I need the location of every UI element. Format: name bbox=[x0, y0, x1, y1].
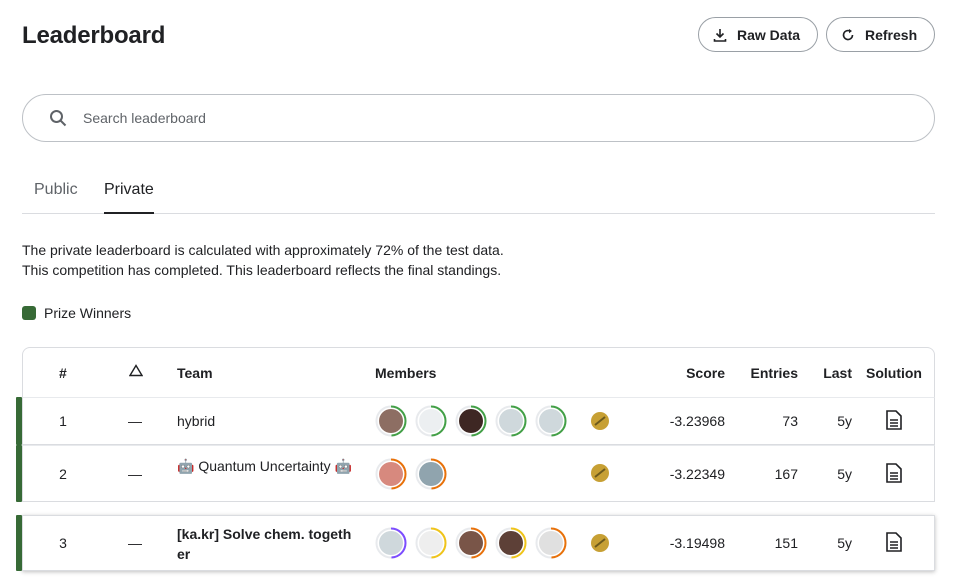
column-team[interactable]: Team bbox=[177, 365, 213, 381]
raw-data-label: Raw Data bbox=[737, 26, 801, 43]
gold-medal-icon bbox=[591, 534, 609, 552]
leaderboard-info: The private leaderboard is calculated wi… bbox=[22, 240, 504, 280]
search-input[interactable] bbox=[83, 110, 863, 126]
table-row[interactable]: 1 — hybrid -3.23968 73 5y bbox=[16, 397, 935, 445]
tier-ring bbox=[415, 405, 447, 437]
rank-change: — bbox=[128, 466, 142, 482]
rank: 1 bbox=[59, 413, 67, 429]
member-avatar[interactable] bbox=[375, 458, 407, 490]
tier-ring bbox=[495, 405, 527, 437]
member-avatar[interactable] bbox=[375, 527, 407, 559]
member-avatar[interactable] bbox=[415, 527, 447, 559]
tier-ring bbox=[535, 527, 567, 559]
tier-ring bbox=[495, 527, 527, 559]
tier-ring bbox=[455, 405, 487, 437]
gold-medal-icon bbox=[591, 412, 609, 430]
tier-ring bbox=[415, 458, 447, 490]
prize-indicator bbox=[16, 515, 22, 571]
column-solution: Solution bbox=[866, 365, 922, 381]
solution-document-icon[interactable] bbox=[886, 532, 902, 552]
score: -3.22349 bbox=[669, 466, 725, 482]
tab-public[interactable]: Public bbox=[34, 181, 78, 214]
download-icon bbox=[713, 28, 727, 42]
tier-ring bbox=[535, 405, 567, 437]
last-submission: 5y bbox=[837, 413, 852, 429]
table-header: # Team Members Score Entries Last Soluti… bbox=[22, 347, 935, 397]
score: -3.19498 bbox=[669, 535, 725, 551]
prize-indicator bbox=[16, 397, 22, 445]
member-avatar[interactable] bbox=[375, 405, 407, 437]
rank: 3 bbox=[59, 535, 67, 551]
team-members bbox=[375, 458, 455, 490]
entries: 167 bbox=[774, 466, 798, 482]
solution-document-icon[interactable] bbox=[886, 410, 902, 430]
member-avatar[interactable] bbox=[535, 405, 567, 437]
member-avatar[interactable] bbox=[495, 405, 527, 437]
info-line-2: This competition has completed. This lea… bbox=[22, 262, 502, 278]
column-last[interactable]: Last bbox=[823, 365, 852, 381]
prize-legend-label: Prize Winners bbox=[44, 305, 132, 321]
prize-swatch bbox=[22, 306, 36, 320]
team-members bbox=[375, 405, 575, 437]
column-entries[interactable]: Entries bbox=[751, 365, 798, 381]
tier-ring bbox=[415, 527, 447, 559]
member-avatar[interactable] bbox=[455, 527, 487, 559]
tier-ring bbox=[375, 405, 407, 437]
member-avatar[interactable] bbox=[455, 405, 487, 437]
prize-indicator bbox=[16, 445, 22, 502]
search-bar bbox=[22, 94, 935, 142]
refresh-label: Refresh bbox=[865, 26, 918, 43]
rank-change: — bbox=[128, 535, 142, 551]
table-row[interactable]: 3 — [ka.kr] Solve chem. together -3.1949… bbox=[16, 515, 935, 571]
column-rank[interactable]: # bbox=[59, 365, 67, 381]
gold-medal-icon bbox=[591, 464, 609, 482]
member-avatar[interactable] bbox=[415, 458, 447, 490]
member-avatar[interactable] bbox=[495, 527, 527, 559]
leaderboard-tabs: Public Private bbox=[22, 176, 935, 214]
table-row[interactable]: 2 — 🤖 Quantum Uncertainty 🤖 -3.22349 167… bbox=[16, 445, 935, 502]
tier-ring bbox=[455, 527, 487, 559]
team-name[interactable]: [ka.kr] Solve chem. together bbox=[177, 524, 357, 564]
tab-private[interactable]: Private bbox=[104, 181, 154, 214]
team-members bbox=[375, 527, 575, 559]
rank: 2 bbox=[59, 466, 67, 482]
page-title: Leaderboard bbox=[22, 22, 166, 49]
entries: 73 bbox=[782, 413, 798, 429]
entries: 151 bbox=[774, 535, 798, 551]
tier-ring bbox=[375, 527, 407, 559]
team-name[interactable]: 🤖 Quantum Uncertainty 🤖 bbox=[177, 456, 352, 476]
column-score[interactable]: Score bbox=[686, 365, 725, 381]
column-members: Members bbox=[375, 365, 437, 381]
info-line-1: The private leaderboard is calculated wi… bbox=[22, 242, 504, 258]
member-avatar[interactable] bbox=[535, 527, 567, 559]
last-submission: 5y bbox=[837, 535, 852, 551]
last-submission: 5y bbox=[837, 466, 852, 482]
refresh-button[interactable]: Refresh bbox=[826, 17, 935, 52]
score: -3.23968 bbox=[669, 413, 725, 429]
prize-legend: Prize Winners bbox=[22, 305, 131, 321]
rank-change: — bbox=[128, 413, 142, 429]
solution-document-icon[interactable] bbox=[886, 463, 902, 483]
tier-ring bbox=[375, 458, 407, 490]
team-name[interactable]: hybrid bbox=[177, 413, 357, 429]
search-icon bbox=[50, 110, 67, 127]
member-avatar[interactable] bbox=[415, 405, 447, 437]
refresh-icon bbox=[842, 28, 854, 40]
rank-change-icon[interactable] bbox=[129, 364, 143, 377]
raw-data-button[interactable]: Raw Data bbox=[698, 17, 818, 52]
